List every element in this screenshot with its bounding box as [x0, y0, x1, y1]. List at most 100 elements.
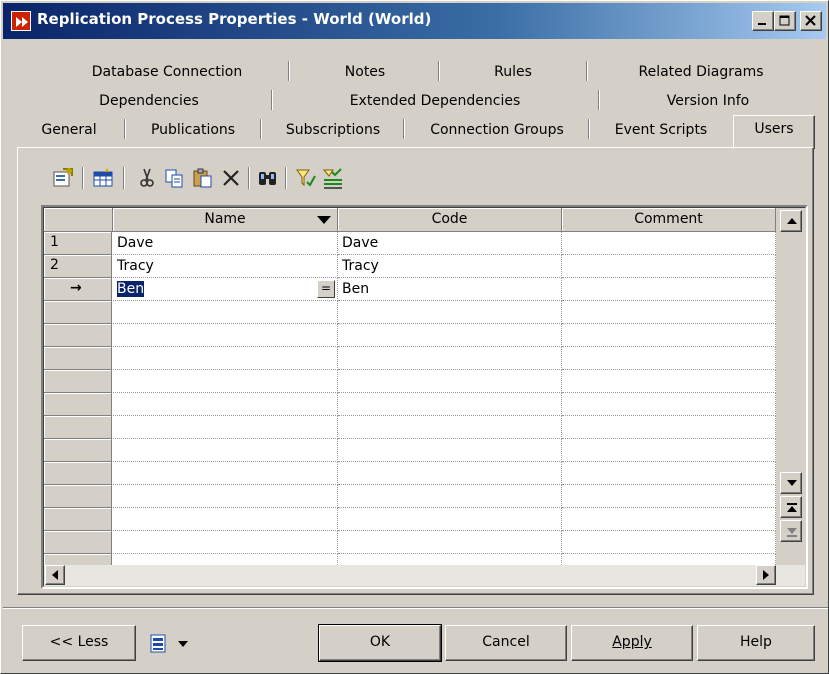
cell-code[interactable]	[338, 324, 562, 347]
cell-comment[interactable]	[562, 393, 776, 416]
cell-name-edit-text[interactable]: Ben	[117, 281, 145, 297]
column-header-name[interactable]: Name	[113, 208, 338, 232]
row-header[interactable]	[44, 439, 112, 462]
scroll-left-button[interactable]	[45, 565, 65, 585]
cell-code[interactable]	[338, 439, 562, 462]
tab-dependencies[interactable]: Dependencies	[29, 90, 269, 114]
cell-name[interactable]	[113, 531, 338, 554]
cell-name[interactable]: Tracy	[113, 255, 338, 278]
column-header-comment[interactable]: Comment	[562, 208, 776, 232]
cell-comment[interactable]	[562, 508, 776, 531]
cell-comment[interactable]	[562, 416, 776, 439]
row-header[interactable]: 1	[44, 232, 112, 255]
cell-name[interactable]	[113, 508, 338, 531]
cell-code[interactable]	[338, 485, 562, 508]
cell-name[interactable]	[113, 347, 338, 370]
row-header[interactable]	[44, 347, 112, 370]
ok-button[interactable]: OK	[318, 624, 442, 662]
sort-dropdown-icon[interactable]	[317, 216, 331, 225]
cell-code[interactable]	[338, 462, 562, 485]
tab-database-connection[interactable]: Database Connection	[47, 61, 287, 85]
row-header[interactable]	[44, 508, 112, 531]
tab-publications[interactable]: Publications	[129, 119, 257, 143]
row-header[interactable]: →	[44, 278, 112, 301]
cell-comment[interactable]	[562, 462, 776, 485]
tab-notes[interactable]: Notes	[291, 61, 439, 85]
grid-corner-header[interactable]	[44, 208, 113, 232]
cell-code[interactable]	[338, 301, 562, 324]
cell-name[interactable]	[113, 393, 338, 416]
cell-code[interactable]	[338, 393, 562, 416]
cell-comment[interactable]	[562, 324, 776, 347]
tab-connection-groups[interactable]: Connection Groups	[407, 119, 587, 143]
cell-comment[interactable]	[562, 255, 776, 278]
cell-code[interactable]: Tracy	[338, 255, 562, 278]
cell-name[interactable]	[113, 324, 338, 347]
cell-code[interactable]: Dave	[338, 232, 562, 255]
customize-columns-icon[interactable]	[321, 166, 345, 190]
cell-code[interactable]	[338, 347, 562, 370]
cell-edit-button[interactable]: =	[317, 280, 335, 298]
delete-icon[interactable]	[219, 166, 243, 190]
help-button[interactable]: Help	[697, 625, 815, 661]
cell-comment[interactable]	[562, 531, 776, 554]
row-header[interactable]	[44, 370, 112, 393]
cell-name[interactable]	[113, 485, 338, 508]
row-header[interactable]	[44, 324, 112, 347]
cell-comment[interactable]	[562, 301, 776, 324]
cell-comment[interactable]	[562, 370, 776, 393]
cut-icon[interactable]	[135, 166, 159, 190]
vertical-scrollbar[interactable]	[776, 208, 805, 565]
minimize-button[interactable]	[752, 11, 774, 31]
row-header[interactable]: 2	[44, 255, 112, 278]
scroll-to-top-button[interactable]	[780, 496, 802, 518]
cell-name[interactable]	[113, 416, 338, 439]
cell-comment[interactable]	[562, 485, 776, 508]
copy-icon[interactable]	[163, 166, 187, 190]
title-bar[interactable]: Replication Process Properties - World (…	[3, 3, 826, 39]
tab-subscriptions[interactable]: Subscriptions	[265, 119, 401, 143]
tab-general[interactable]: General	[17, 119, 121, 143]
less-button[interactable]: << Less	[22, 625, 136, 661]
row-header[interactable]	[44, 301, 112, 324]
cell-comment[interactable]	[562, 232, 776, 255]
cell-code[interactable]	[338, 416, 562, 439]
row-header[interactable]	[44, 485, 112, 508]
cell-name[interactable]	[113, 370, 338, 393]
cell-name[interactable]	[113, 462, 338, 485]
row-header[interactable]	[44, 462, 112, 485]
cell-name[interactable]	[113, 301, 338, 324]
print-menu-button[interactable]	[141, 625, 203, 661]
cell-comment[interactable]	[562, 347, 776, 370]
cancel-button[interactable]: Cancel	[445, 625, 567, 661]
row-header[interactable]	[44, 531, 112, 554]
properties-icon[interactable]	[51, 166, 75, 190]
scroll-right-button[interactable]	[756, 565, 776, 585]
find-icon[interactable]	[256, 166, 280, 190]
filter-icon[interactable]	[294, 166, 318, 190]
scroll-up-button[interactable]	[780, 210, 802, 232]
column-header-code[interactable]: Code	[338, 208, 562, 232]
cell-name[interactable]: Ben =	[113, 278, 338, 301]
cell-comment[interactable]	[562, 278, 776, 301]
tab-related-diagrams[interactable]: Related Diagrams	[591, 61, 811, 85]
horizontal-scrollbar[interactable]	[44, 565, 805, 586]
tab-event-scripts[interactable]: Event Scripts	[593, 119, 729, 143]
add-rows-icon[interactable]	[91, 166, 115, 190]
tab-extended-dependencies[interactable]: Extended Dependencies	[275, 90, 595, 114]
cell-name[interactable]	[113, 439, 338, 462]
paste-icon[interactable]	[191, 166, 215, 190]
cell-code[interactable]	[338, 531, 562, 554]
scroll-down-button[interactable]	[780, 472, 802, 494]
close-button[interactable]	[800, 11, 822, 31]
maximize-button[interactable]	[774, 11, 796, 31]
tab-version-info[interactable]: Version Info	[603, 90, 813, 114]
cell-comment[interactable]	[562, 439, 776, 462]
tab-users[interactable]: Users	[733, 115, 815, 149]
cell-name[interactable]: Dave	[113, 232, 338, 255]
cell-code[interactable]	[338, 370, 562, 393]
cell-code[interactable]	[338, 508, 562, 531]
tab-rules[interactable]: Rules	[441, 61, 585, 85]
apply-button[interactable]: Apply	[571, 625, 693, 661]
cell-code[interactable]: Ben	[338, 278, 562, 301]
